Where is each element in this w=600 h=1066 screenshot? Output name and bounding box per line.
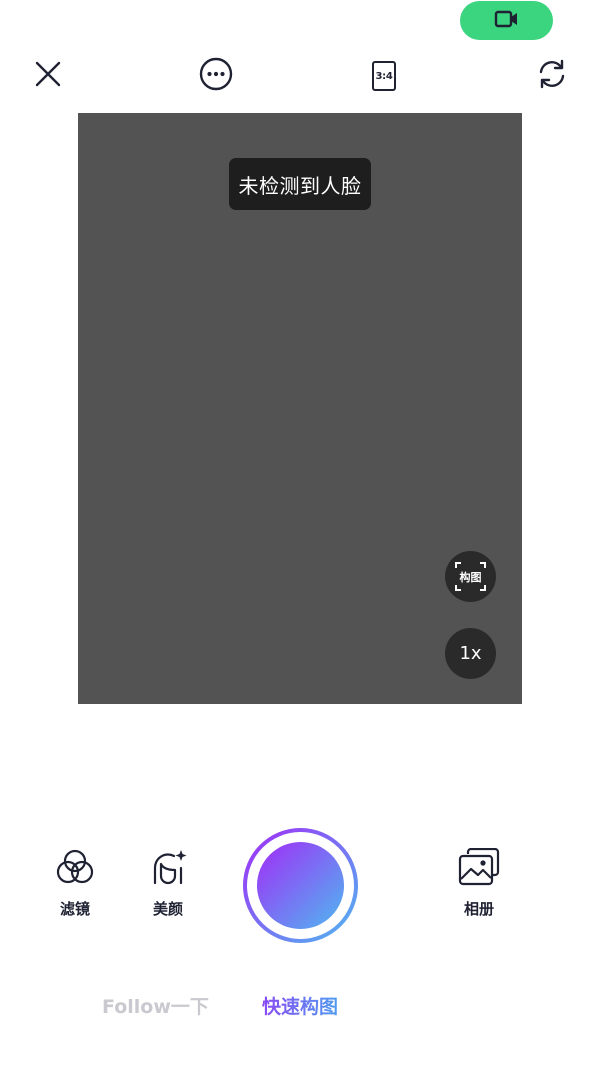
more-options-button[interactable] bbox=[194, 54, 238, 98]
aspect-ratio-button[interactable]: 3:4 bbox=[362, 54, 406, 98]
close-button[interactable] bbox=[26, 54, 70, 98]
filter-icon bbox=[55, 848, 95, 890]
zoom-label: 1x bbox=[459, 643, 482, 664]
shutter-button[interactable] bbox=[243, 828, 358, 943]
zoom-button[interactable]: 1x bbox=[445, 628, 496, 679]
album-button[interactable]: 相册 bbox=[455, 847, 503, 919]
camera-preview[interactable]: 未检测到人脸 构图 1x bbox=[78, 113, 522, 704]
video-camera-icon bbox=[494, 9, 520, 33]
album-label: 相册 bbox=[463, 900, 494, 918]
filter-button[interactable]: 滤镜 bbox=[52, 848, 98, 919]
more-options-icon bbox=[199, 57, 233, 95]
filter-label: 滤镜 bbox=[59, 900, 90, 918]
album-icon bbox=[457, 847, 501, 892]
compose-label: 构图 bbox=[459, 570, 482, 584]
no-face-toast: 未检测到人脸 bbox=[229, 158, 371, 210]
close-icon bbox=[34, 60, 62, 92]
switch-camera-button[interactable] bbox=[530, 54, 574, 98]
video-mode-button[interactable] bbox=[460, 1, 553, 40]
aspect-ratio-icon: 3:4 bbox=[372, 61, 396, 91]
switch-camera-icon bbox=[536, 58, 568, 94]
beauty-button[interactable]: 美颜 bbox=[145, 848, 191, 919]
compose-button[interactable]: 构图 bbox=[445, 551, 496, 602]
aspect-ratio-label: 3:4 bbox=[375, 70, 393, 82]
beauty-label: 美颜 bbox=[152, 900, 183, 918]
mode-tab-quick-compose[interactable]: 快速构图 bbox=[262, 992, 338, 1019]
mode-tab-follow[interactable]: Follow一下 bbox=[102, 992, 209, 1019]
beauty-face-icon bbox=[148, 848, 188, 890]
